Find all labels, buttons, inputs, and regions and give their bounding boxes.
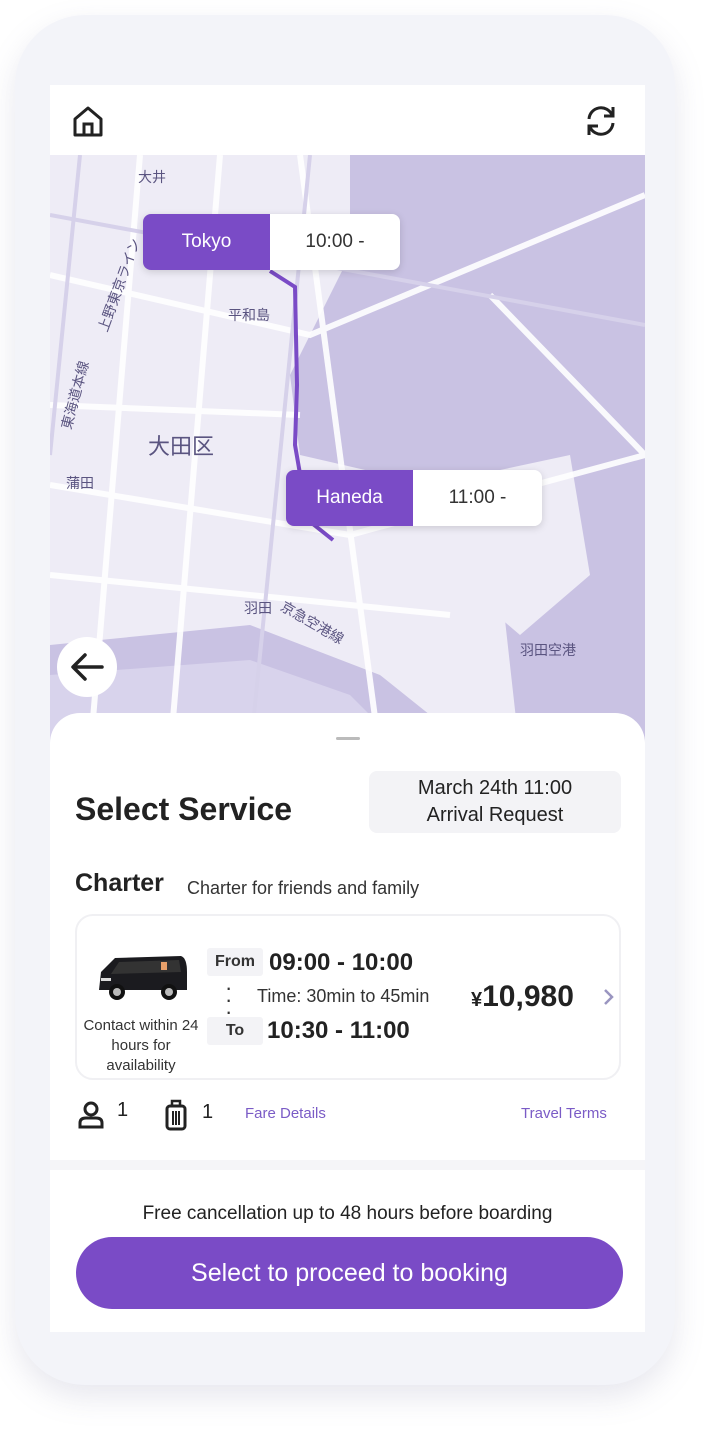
category-title: Charter	[75, 869, 164, 897]
map-label: 平和島	[228, 307, 270, 323]
divider	[50, 1160, 645, 1170]
route-map[interactable]: 大井 平和島 大田区 蒲田 羽田 京急空港線 羽田空港 東海道本線 上野東京ライ…	[50, 155, 645, 755]
van-image	[99, 956, 187, 1000]
cancellation-notice: Free cancellation up to 48 hours before …	[142, 1203, 553, 1224]
origin-time: 10:00 -	[270, 214, 400, 270]
map-label: 羽田	[244, 600, 272, 616]
passenger-count: 1	[117, 1099, 129, 1121]
travel-terms-link[interactable]: Travel Terms	[521, 1105, 607, 1122]
destination-time: 11:00 -	[413, 470, 542, 526]
destination-pin[interactable]: Haneda 11:00 -	[286, 470, 542, 526]
refresh-icon[interactable]	[583, 103, 619, 139]
dots-icon: · · ·	[225, 975, 233, 1024]
to-label: To	[207, 1017, 263, 1045]
origin-name: Tokyo	[143, 214, 270, 270]
category-description: Charter for friends and family	[187, 878, 420, 898]
price: ¥10,980	[471, 980, 574, 1014]
price-value: 10,980	[482, 980, 574, 1013]
map-label: 蒲田	[66, 475, 94, 491]
arrow-left-icon	[71, 653, 104, 681]
from-time: 09:00 - 10:00	[269, 949, 414, 976]
person-icon	[78, 1101, 104, 1129]
availability-note: Contact within 24 hours for availability	[83, 1017, 199, 1074]
page-title: Select Service	[75, 791, 293, 827]
from-label: From	[207, 948, 263, 976]
duration: Time: 30min to 45min	[257, 986, 430, 1006]
destination-name: Haneda	[286, 470, 413, 526]
map-label: 大井	[138, 169, 166, 185]
origin-pin[interactable]: Tokyo 10:00 -	[143, 214, 400, 270]
home-icon[interactable]	[70, 103, 106, 139]
map-label: 大田区	[148, 434, 215, 459]
currency: ¥	[471, 989, 483, 1011]
service-card[interactable]: Contact within 24 hours for availability…	[75, 914, 621, 1080]
luggage-count: 1	[202, 1101, 214, 1123]
request-type: Arrival Request	[426, 804, 564, 826]
chevron-right-icon	[604, 989, 614, 1005]
fare-details-link[interactable]: Fare Details	[245, 1105, 326, 1122]
service-sheet: Select Service March 24th 11:00 Arrival …	[50, 713, 645, 1163]
luggage-icon	[165, 1099, 187, 1131]
date-text: March 24th 11:00	[417, 777, 573, 799]
header	[50, 85, 645, 155]
map-label: 羽田空港	[520, 642, 576, 658]
footer: Free cancellation up to 48 hours before …	[50, 1170, 645, 1332]
proceed-booking-button[interactable]: Select to proceed to booking	[76, 1237, 623, 1309]
drag-handle[interactable]	[336, 737, 360, 740]
back-button[interactable]	[57, 637, 117, 697]
to-time: 10:30 - 11:00	[267, 1017, 410, 1044]
app-screen: 大井 平和島 大田区 蒲田 羽田 京急空港線 羽田空港 東海道本線 上野東京ライ…	[50, 85, 645, 1332]
date-badge: March 24th 11:00 Arrival Request	[369, 771, 621, 833]
